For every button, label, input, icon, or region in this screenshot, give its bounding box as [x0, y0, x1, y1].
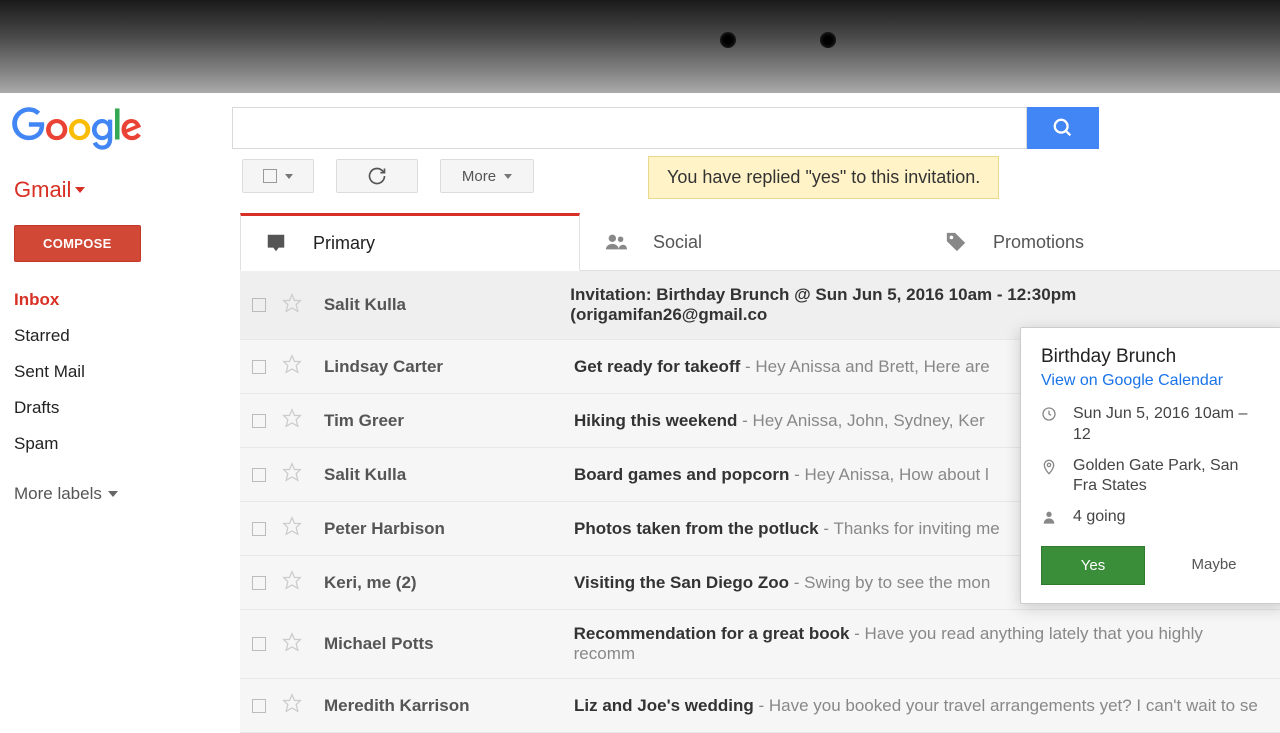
email-sender: Salit Kulla — [324, 465, 574, 485]
nav-spam[interactable]: Spam — [14, 426, 240, 462]
row-checkbox[interactable] — [252, 637, 266, 651]
star-icon[interactable] — [282, 570, 302, 595]
search-icon — [1052, 117, 1074, 139]
location-pin-icon — [1041, 456, 1059, 483]
email-sender: Meredith Karrison — [324, 696, 574, 716]
tag-icon — [943, 231, 969, 253]
people-icon — [603, 231, 629, 253]
inbox-icon — [263, 232, 289, 254]
device-bezel — [0, 0, 1280, 93]
row-checkbox[interactable] — [252, 576, 266, 590]
gmail-dropdown[interactable]: Gmail — [14, 163, 240, 225]
event-going: 4 going — [1073, 507, 1126, 528]
camera-dot-icon — [820, 32, 836, 48]
rsvp-maybe-button[interactable]: Maybe — [1163, 546, 1265, 585]
clock-icon — [1041, 404, 1059, 429]
caret-down-icon — [504, 174, 512, 179]
row-checkbox[interactable] — [252, 360, 266, 374]
star-icon[interactable] — [282, 462, 302, 487]
nav-drafts[interactable]: Drafts — [14, 390, 240, 426]
search-button[interactable] — [1027, 107, 1099, 149]
email-subject-line: Visiting the San Diego Zoo - Swing by to… — [574, 573, 990, 593]
star-icon[interactable] — [282, 632, 302, 657]
email-row[interactable]: Michael PottsRecommendation for a great … — [240, 610, 1280, 679]
event-title: Birthday Brunch — [1041, 346, 1265, 368]
email-sender: Tim Greer — [324, 411, 574, 431]
row-checkbox[interactable] — [252, 522, 266, 536]
email-subject-line: Invitation: Birthday Brunch @ Sun Jun 5,… — [570, 285, 1268, 325]
refresh-button[interactable] — [336, 159, 418, 193]
tab-primary[interactable]: Primary — [240, 213, 580, 271]
email-subject-line: Board games and popcorn - Hey Anissa, Ho… — [574, 465, 989, 485]
notification-toast: You have replied "yes" to this invitatio… — [648, 156, 999, 199]
row-checkbox[interactable] — [252, 414, 266, 428]
row-checkbox[interactable] — [252, 699, 266, 713]
view-calendar-link[interactable]: View on Google Calendar — [1041, 372, 1265, 390]
email-subject-line: Liz and Joe's wedding - Have you booked … — [574, 696, 1258, 716]
more-actions-dropdown[interactable]: More — [440, 159, 534, 193]
tab-social[interactable]: Social — [580, 213, 920, 270]
event-card: Birthday Brunch View on Google Calendar … — [1020, 327, 1280, 604]
email-sender: Peter Harbison — [324, 519, 574, 539]
row-checkbox[interactable] — [252, 298, 266, 312]
email-subject-line: Photos taken from the potluck - Thanks f… — [574, 519, 1000, 539]
google-logo[interactable] — [12, 107, 232, 151]
email-sender: Lindsay Carter — [324, 357, 574, 377]
event-time: Sun Jun 5, 2016 10am – 12 — [1073, 404, 1265, 446]
more-labels-dropdown[interactable]: More labels — [14, 472, 240, 516]
tab-label: Social — [653, 232, 702, 253]
person-icon — [1041, 507, 1059, 532]
star-icon[interactable] — [282, 293, 302, 318]
select-all-dropdown[interactable] — [242, 159, 314, 193]
tab-label: Primary — [313, 233, 375, 254]
star-icon[interactable] — [282, 516, 302, 541]
row-checkbox[interactable] — [252, 468, 266, 482]
nav-inbox[interactable]: Inbox — [14, 282, 240, 318]
nav-sent-mail[interactable]: Sent Mail — [14, 354, 240, 390]
tab-promotions[interactable]: Promotions — [920, 213, 1260, 270]
compose-button[interactable]: COMPOSE — [14, 225, 141, 262]
gmail-label-text: Gmail — [14, 177, 71, 203]
email-subject-line: Hiking this weekend - Hey Anissa, John, … — [574, 411, 985, 431]
more-labels-text: More labels — [14, 484, 102, 504]
email-sender: Keri, me (2) — [324, 573, 574, 593]
camera-dot-icon — [720, 32, 736, 48]
search-input[interactable] — [232, 107, 1027, 149]
nav-starred[interactable]: Starred — [14, 318, 240, 354]
email-subject-line: Recommendation for a great book - Have y… — [574, 624, 1268, 664]
caret-down-icon — [75, 187, 85, 193]
email-row[interactable]: Meredith KarrisonLiz and Joe's wedding -… — [240, 679, 1280, 733]
rsvp-yes-button[interactable]: Yes — [1041, 546, 1145, 585]
refresh-icon — [367, 166, 387, 186]
select-all-checkbox[interactable] — [263, 169, 277, 183]
more-label: More — [462, 168, 496, 185]
caret-down-icon — [108, 491, 118, 497]
star-icon[interactable] — [282, 408, 302, 433]
email-sender: Michael Potts — [324, 634, 574, 654]
event-location: Golden Gate Park, San Fra States — [1073, 456, 1265, 498]
caret-down-icon — [285, 174, 293, 179]
email-sender: Salit Kulla — [324, 295, 570, 315]
star-icon[interactable] — [282, 354, 302, 379]
star-icon[interactable] — [282, 693, 302, 718]
email-subject-line: Get ready for takeoff - Hey Anissa and B… — [574, 357, 990, 377]
tab-label: Promotions — [993, 232, 1084, 253]
